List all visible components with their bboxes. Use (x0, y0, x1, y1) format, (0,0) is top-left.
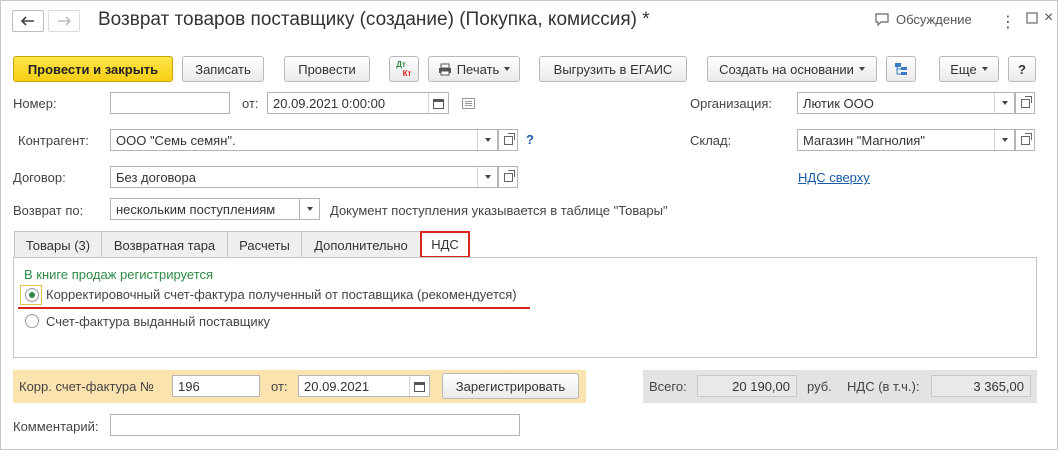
contractor-label: Контрагент: (18, 133, 89, 148)
arrow-right-icon (58, 16, 71, 26)
organization-select[interactable]: Лютик ООО (797, 92, 1015, 114)
vat-included-label: НДС (в т.ч.): (847, 379, 920, 394)
post-button[interactable]: Провести (284, 56, 370, 82)
highlight-underline (18, 307, 530, 309)
more-button[interactable]: Еще (939, 56, 999, 82)
arrow-left-icon (21, 16, 34, 26)
open-contract-icon[interactable] (498, 166, 518, 188)
vat-on-top-link[interactable]: НДС сверху (798, 170, 870, 185)
back-button[interactable] (12, 10, 44, 32)
comment-label: Комментарий: (13, 419, 99, 434)
issued-invoice-option-label[interactable]: Счет-фактура выданный поставщику (46, 314, 270, 329)
open-contractor-icon[interactable] (498, 129, 518, 151)
radio-issued-invoice[interactable] (25, 314, 39, 328)
tab-payments[interactable]: Расчеты (227, 231, 302, 258)
corrective-invoice-option-label[interactable]: Корректировочный счет-фактура полученный… (46, 287, 517, 302)
chevron-down-icon[interactable] (477, 167, 497, 187)
chevron-down-icon (981, 67, 988, 71)
vat-value: 3 365,00 (931, 375, 1031, 397)
chevron-down-icon (858, 67, 865, 71)
chevron-down-icon (504, 67, 511, 71)
corr-invoice-number-input[interactable]: 196 (172, 375, 260, 397)
contract-label: Договор: (13, 170, 66, 185)
currency-label: руб. (807, 379, 832, 394)
radio-corrective-invoice[interactable] (25, 288, 39, 302)
tab-returnable-packaging[interactable]: Возвратная тара (101, 231, 228, 258)
return-by-select[interactable]: нескольким поступлениям (110, 198, 320, 220)
tab-additional[interactable]: Дополнительно (301, 231, 421, 258)
chevron-down-icon[interactable] (994, 130, 1014, 150)
calendar-icon[interactable] (428, 93, 448, 113)
open-warehouse-icon[interactable] (1015, 129, 1035, 151)
return-hint: Документ поступления указывается в табли… (330, 203, 668, 218)
corr-invoice-label: Корр. счет-фактура № (19, 379, 154, 394)
help-question-icon[interactable]: ? (526, 132, 534, 147)
sales-book-heading: В книге продаж регистрируется (24, 267, 214, 282)
page-title: Возврат товаров поставщику (создание) (П… (98, 9, 650, 30)
chevron-down-icon[interactable] (477, 130, 497, 150)
corr-date-input[interactable]: 20.09.2021 (298, 375, 430, 397)
structure-icon[interactable] (886, 56, 916, 82)
post-and-close-button[interactable]: Провести и закрыть (13, 56, 173, 82)
open-organization-icon[interactable] (1015, 92, 1035, 114)
warehouse-label: Склад: (690, 133, 732, 148)
number-label: Номер: (13, 96, 57, 111)
document-list-icon[interactable] (462, 97, 475, 112)
calendar-icon[interactable] (409, 376, 429, 396)
printer-icon (438, 63, 451, 75)
maximize-icon[interactable] (1026, 12, 1038, 24)
return-by-label: Возврат по: (13, 203, 84, 218)
dt-kt-icon[interactable]: Дт Кт (389, 56, 419, 82)
warehouse-select[interactable]: Магазин "Магнолия" (797, 129, 1015, 151)
more-menu-icon[interactable]: ⋮ (1000, 12, 1017, 32)
organization-label: Организация: (690, 96, 773, 111)
total-label: Всего: (649, 379, 687, 394)
create-based-on-button[interactable]: Создать на основании (707, 56, 877, 82)
total-value: 20 190,00 (697, 375, 797, 397)
save-button[interactable]: Записать (182, 56, 264, 82)
chevron-down-icon[interactable] (299, 199, 319, 219)
discussion-label: Обсуждение (896, 12, 972, 27)
discussion-button[interactable]: Обсуждение (874, 12, 972, 27)
print-button[interactable]: Печать (428, 56, 520, 82)
date-from-label: от: (242, 96, 259, 111)
corr-date-from-label: от: (271, 379, 288, 394)
comment-input[interactable] (110, 414, 520, 436)
tab-vat[interactable]: НДС (420, 231, 470, 258)
contractor-select[interactable]: ООО "Семь семян". (110, 129, 498, 151)
tab-goods[interactable]: Товары (3) (14, 231, 102, 258)
forward-button[interactable] (48, 10, 80, 32)
chat-icon (875, 12, 889, 26)
contract-select[interactable]: Без договора (110, 166, 498, 188)
chevron-down-icon[interactable] (994, 93, 1014, 113)
number-input[interactable] (110, 92, 230, 114)
date-input[interactable]: 20.09.2021 0:00:00 (267, 92, 449, 114)
register-button[interactable]: Зарегистрировать (442, 373, 579, 399)
help-button[interactable]: ? (1008, 56, 1036, 82)
close-icon[interactable]: × (1044, 9, 1053, 27)
egais-upload-button[interactable]: Выгрузить в ЕГАИС (539, 56, 687, 82)
